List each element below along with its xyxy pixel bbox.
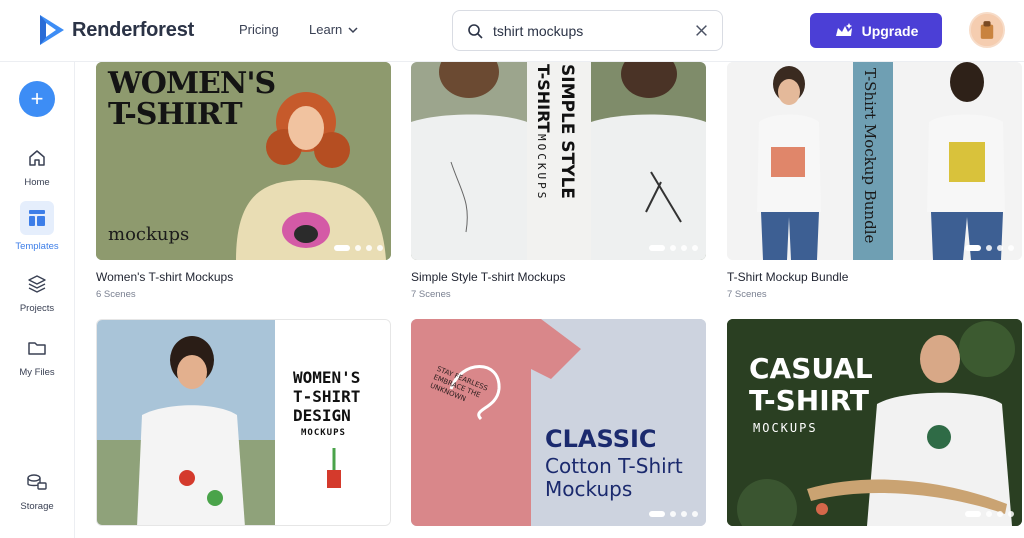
art-vertical-text: SIMPLE STYLE bbox=[557, 64, 577, 199]
template-title[interactable]: Women's T-shirt Mockups bbox=[96, 270, 391, 284]
sidebar-item-my-files[interactable]: My Files bbox=[0, 335, 74, 378]
scene-count: 7 Scenes bbox=[411, 289, 451, 300]
home-icon bbox=[24, 145, 50, 171]
logo[interactable]: Renderforest bbox=[38, 13, 194, 47]
art-vertical-text: T-Shirt Mockup Bundle bbox=[861, 68, 879, 244]
template-title[interactable]: T-Shirt Mockup Bundle bbox=[727, 270, 1022, 284]
avatar[interactable] bbox=[969, 12, 1005, 48]
carousel-dots[interactable] bbox=[333, 510, 382, 516]
scene-count: 7 Scenes bbox=[727, 289, 767, 300]
carousel-dots[interactable] bbox=[965, 245, 1014, 251]
art-heading: DESIGN bbox=[293, 406, 351, 425]
art-heading: WOMEN'S bbox=[293, 368, 361, 387]
art-heading: Cotton T-Shirt bbox=[545, 454, 683, 478]
art-heading: CASUAL bbox=[749, 352, 873, 385]
template-card[interactable]: T-SHIRT MOCKUPS SIMPLE STYLE Simple Styl… bbox=[411, 62, 706, 300]
art-heading: T-SHIRT bbox=[749, 384, 870, 417]
carousel-dots[interactable] bbox=[334, 245, 383, 251]
nav-learn[interactable]: Learn bbox=[309, 22, 358, 37]
art-heading: Mockups bbox=[545, 477, 633, 501]
sidebar-item-projects[interactable]: Projects bbox=[0, 271, 74, 314]
sidebar-item-home[interactable]: Home bbox=[0, 145, 74, 188]
art-sub: MOCKUPS bbox=[753, 421, 818, 435]
carousel-dots[interactable] bbox=[649, 511, 698, 517]
template-card[interactable]: WOMEN'S T-SHIRT DESIGN MOCKUPS bbox=[96, 319, 391, 526]
template-card[interactable]: CASUAL T-SHIRT MOCKUPS bbox=[727, 319, 1022, 526]
template-thumbnail[interactable]: T-Shirt Mockup Bundle bbox=[727, 62, 1022, 260]
search-box bbox=[452, 10, 723, 51]
sidebar-item-storage[interactable]: Storage bbox=[0, 469, 74, 512]
template-thumbnail[interactable]: WOMEN'S T-SHIRT DESIGN MOCKUPS bbox=[96, 319, 391, 526]
templates-icon bbox=[20, 201, 54, 235]
art-vertical-text: T-SHIRT bbox=[534, 64, 553, 133]
sidebar-item-label: Storage bbox=[20, 501, 54, 512]
template-card[interactable]: WOMEN'S T-SHIRT mockups Women's T-shirt … bbox=[96, 62, 391, 300]
folder-icon bbox=[24, 335, 50, 361]
art-heading: T-SHIRT bbox=[293, 387, 361, 406]
sidebar-item-templates[interactable]: Templates bbox=[0, 201, 74, 252]
sidebar-item-label: Projects bbox=[19, 303, 55, 314]
nav-pricing[interactable]: Pricing bbox=[239, 22, 279, 37]
art-vertical-text: MOCKUPS bbox=[535, 134, 548, 202]
layers-icon bbox=[24, 271, 50, 297]
carousel-dots[interactable] bbox=[649, 245, 698, 251]
top-bar: Renderforest Pricing Learn Upgrade bbox=[0, 0, 1024, 62]
chevron-down-icon bbox=[348, 26, 358, 33]
template-thumbnail[interactable]: CASUAL T-SHIRT MOCKUPS bbox=[727, 319, 1022, 526]
sidebar: + Home Templates Projects My Files Stora… bbox=[0, 62, 75, 538]
sidebar-item-label: Home bbox=[24, 177, 50, 188]
template-thumbnail[interactable]: STAY FEARLESS EMBRACE THE UNKNOWN CLASSI… bbox=[411, 319, 706, 526]
crown-sparkle-icon bbox=[835, 22, 852, 36]
art-heading-1: WOMEN'S bbox=[108, 66, 276, 101]
art-heading-2: T-SHIRT bbox=[108, 97, 243, 132]
art-sub: mockups bbox=[108, 224, 190, 245]
template-card[interactable]: T-Shirt Mockup Bundle T-Shirt Mockup Bun… bbox=[727, 62, 1022, 300]
search-input[interactable] bbox=[493, 22, 685, 39]
storage-icon bbox=[24, 469, 50, 495]
create-new-button[interactable]: + bbox=[19, 81, 55, 117]
sidebar-item-label: My Files bbox=[19, 367, 55, 378]
renderforest-logo-icon bbox=[40, 15, 64, 45]
avatar-image bbox=[971, 14, 1003, 46]
logo-text: Renderforest bbox=[72, 18, 195, 41]
clear-search-icon[interactable] bbox=[695, 24, 708, 37]
art-sub: MOCKUPS bbox=[301, 428, 346, 438]
art-heading: CLASSIC bbox=[545, 425, 657, 453]
template-title[interactable]: Simple Style T-shirt Mockups bbox=[411, 270, 706, 284]
nav-learn-label: Learn bbox=[309, 22, 343, 37]
template-thumbnail[interactable]: WOMEN'S T-SHIRT mockups bbox=[96, 62, 391, 260]
sidebar-item-label: Templates bbox=[15, 241, 59, 252]
template-card[interactable]: STAY FEARLESS EMBRACE THE UNKNOWN CLASSI… bbox=[411, 319, 706, 526]
scene-count: 6 Scenes bbox=[96, 289, 136, 300]
search-icon bbox=[468, 23, 483, 39]
template-thumbnail[interactable]: T-SHIRT MOCKUPS SIMPLE STYLE bbox=[411, 62, 706, 260]
upgrade-label: Upgrade bbox=[861, 22, 919, 39]
upgrade-button[interactable]: Upgrade bbox=[810, 13, 942, 48]
carousel-dots[interactable] bbox=[965, 511, 1014, 517]
